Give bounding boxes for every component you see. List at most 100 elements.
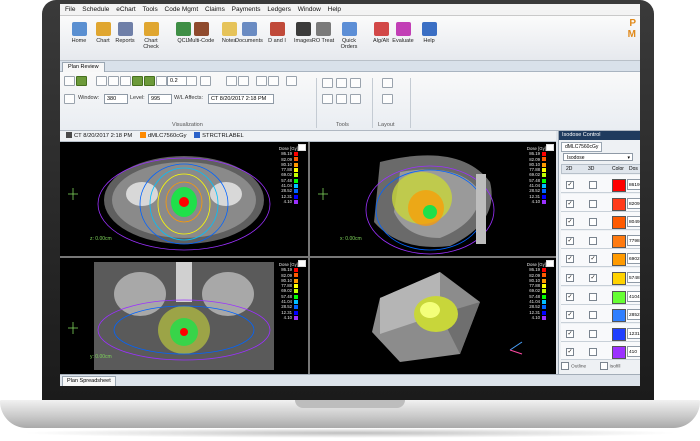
menu-schedule[interactable]: Schedule <box>82 6 109 13</box>
menu-help[interactable]: Help <box>328 6 341 13</box>
isodose-color-swatch[interactable] <box>612 327 626 341</box>
isodose-3d-checkbox[interactable] <box>589 311 597 320</box>
flip-button[interactable] <box>286 76 297 86</box>
isodose-color-swatch[interactable] <box>612 179 626 192</box>
contour-button[interactable] <box>238 76 249 86</box>
isofill-checkbox[interactable] <box>599 362 608 370</box>
step-button[interactable] <box>156 76 167 86</box>
isodose-3d-checkbox[interactable] <box>589 236 597 245</box>
3d-maximize-button[interactable] <box>546 260 554 267</box>
isodose-3d-checkbox[interactable] <box>589 181 597 189</box>
isodose-3d-checkbox[interactable]: ✓ <box>589 274 597 282</box>
select-tool-button[interactable] <box>64 76 75 86</box>
isodose-2d-checkbox[interactable]: ✓ <box>566 255 574 264</box>
isodose-dose-input[interactable]: 4104 <box>627 290 640 302</box>
redo-button[interactable] <box>108 76 119 86</box>
arrow-right-button[interactable] <box>268 76 279 86</box>
isodose-row[interactable]: ✓ 1231 <box>561 323 640 342</box>
toolbar-multi-code-button[interactable]: Multi-Code <box>186 19 216 44</box>
level-input[interactable]: 995 <box>148 94 172 104</box>
isodose-3d-checkbox[interactable] <box>589 199 597 208</box>
viewport-splitter-horizontal[interactable] <box>60 256 556 258</box>
isodose-row[interactable]: ✓ 8209 <box>561 193 640 212</box>
isodose-color-swatch[interactable] <box>612 216 626 230</box>
isodose-2d-checkbox[interactable]: ✓ <box>566 311 574 320</box>
tool-dose-button[interactable] <box>336 78 347 88</box>
pan-button[interactable] <box>120 76 131 86</box>
isodose-dose-input[interactable]: 8049 <box>627 216 640 228</box>
isodose-2d-checkbox[interactable]: ✓ <box>566 218 574 227</box>
isodose-plan-tab[interactable]: dMLC7560cGy <box>561 142 603 152</box>
isodose-dose-input[interactable]: 410 <box>627 346 640 358</box>
menu-ledgers[interactable]: Ledgers <box>267 6 291 13</box>
isodose-color-swatch[interactable] <box>612 272 626 285</box>
isodose-3d-checkbox[interactable] <box>589 218 597 227</box>
isodose-row[interactable]: ✓ 8049 <box>561 212 640 231</box>
toolbar-chart-check-button[interactable]: Chart Check <box>136 19 166 50</box>
measure-button[interactable] <box>186 76 197 86</box>
3d-viewport[interactable]: Dose [Gy] 86.19 82.09 80.10 77.88 69.02 57.48 4… <box>310 258 556 374</box>
isodose-3d-checkbox[interactable] <box>589 348 597 357</box>
isodose-dose-input[interactable]: 7798 <box>627 234 640 246</box>
viewport-splitter-vertical[interactable] <box>308 142 310 374</box>
tool-profile-button[interactable] <box>336 94 347 104</box>
arrow-left-button[interactable] <box>256 76 267 86</box>
menu-tools[interactable]: Tools <box>143 6 158 13</box>
isodose-row[interactable]: ✓ ✓ 5748 <box>561 268 640 286</box>
outline-checkbox[interactable] <box>561 362 569 370</box>
first-slice-button[interactable] <box>132 76 143 86</box>
plan-label[interactable]: dMLC7560cGy <box>148 133 187 139</box>
isodose-2d-checkbox[interactable]: ✓ <box>566 199 574 208</box>
isodose-2d-checkbox[interactable]: ✓ <box>566 274 574 282</box>
isodose-dose-input[interactable]: 2852 <box>627 309 640 321</box>
menu-claims[interactable]: Claims <box>205 6 225 13</box>
isodose-dose-input[interactable]: 5748 <box>627 272 640 283</box>
coronal-viewport[interactable]: y: 0.00cm Dose [Gy] 86.19 82.09 80.10 77.88 6… <box>60 258 308 374</box>
toolbar-quick-orders-button[interactable]: Quick Orders <box>334 19 364 50</box>
isodose-dose-input[interactable]: 8209 <box>627 197 640 209</box>
zoom-tool-button[interactable] <box>76 76 87 86</box>
coronal-maximize-button[interactable] <box>298 260 306 267</box>
structure-label[interactable]: STRCTRLABEL <box>202 133 244 139</box>
tool-poi-button[interactable] <box>350 78 361 88</box>
isodose-2d-checkbox[interactable]: ✓ <box>566 329 574 338</box>
tool-ruler-button[interactable] <box>322 78 333 88</box>
isodose-mode-select[interactable]: Isodose ▾ <box>563 153 633 161</box>
undo-button[interactable] <box>96 76 107 86</box>
menu-code-mgmt[interactable]: Code Mgmt <box>165 6 199 13</box>
isodose-row[interactable]: ✓ 2852 <box>561 305 640 324</box>
isodose-3d-checkbox[interactable] <box>589 292 597 301</box>
isodose-color-swatch[interactable] <box>612 197 626 211</box>
isodose-row[interactable]: ✓ 8619 <box>561 175 640 193</box>
isodose-row[interactable]: ✓ 7798 <box>561 230 640 249</box>
tab-plan-review[interactable]: Plan Review <box>62 62 105 72</box>
overlay-button[interactable] <box>226 76 237 86</box>
menu-payments[interactable]: Payments <box>232 6 261 13</box>
isodose-row[interactable]: ✓ ✓ 6902 <box>561 249 640 268</box>
ct-series-label[interactable]: CT 8/20/2017 2:18 PM <box>74 133 132 139</box>
isodose-row[interactable]: ✓ 4104 <box>561 286 640 305</box>
isodose-2d-checkbox[interactable]: ✓ <box>566 348 574 357</box>
tab-plan-spreadsheet[interactable]: Plan Spreadsheet <box>62 376 116 386</box>
axial-maximize-button[interactable] <box>298 144 306 151</box>
isodose-3d-checkbox[interactable] <box>589 329 597 338</box>
isodose-color-swatch[interactable] <box>612 290 626 304</box>
isodose-2d-checkbox[interactable]: ✓ <box>566 292 574 301</box>
isodose-row[interactable]: ✓ 410 <box>561 342 640 361</box>
menu-echart[interactable]: eChart <box>116 6 136 13</box>
sagittal-maximize-button[interactable] <box>546 144 554 151</box>
tool-annotate-button[interactable] <box>322 94 333 104</box>
isodose-color-swatch[interactable] <box>612 346 626 360</box>
isodose-dose-input[interactable]: 1231 <box>627 327 640 339</box>
last-slice-button[interactable] <box>144 76 155 86</box>
window-input[interactable]: 380 <box>104 94 128 104</box>
toolbar-documents-button[interactable]: Documents <box>234 19 264 44</box>
menu-file[interactable]: File <box>65 6 75 13</box>
isodose-color-swatch[interactable] <box>612 309 626 323</box>
isodose-color-swatch[interactable] <box>612 253 626 267</box>
isodose-dose-input[interactable]: 8619 <box>627 179 640 190</box>
menu-window[interactable]: Window <box>298 6 321 13</box>
wl-affects-select[interactable]: CT 8/20/2017 2:18 PM <box>208 94 274 104</box>
isodose-2d-checkbox[interactable]: ✓ <box>566 181 574 189</box>
sagittal-viewport[interactable]: x: 0.00cm Dose [Gy] 86.19 82.09 80.10 77.88 6… <box>310 142 556 256</box>
